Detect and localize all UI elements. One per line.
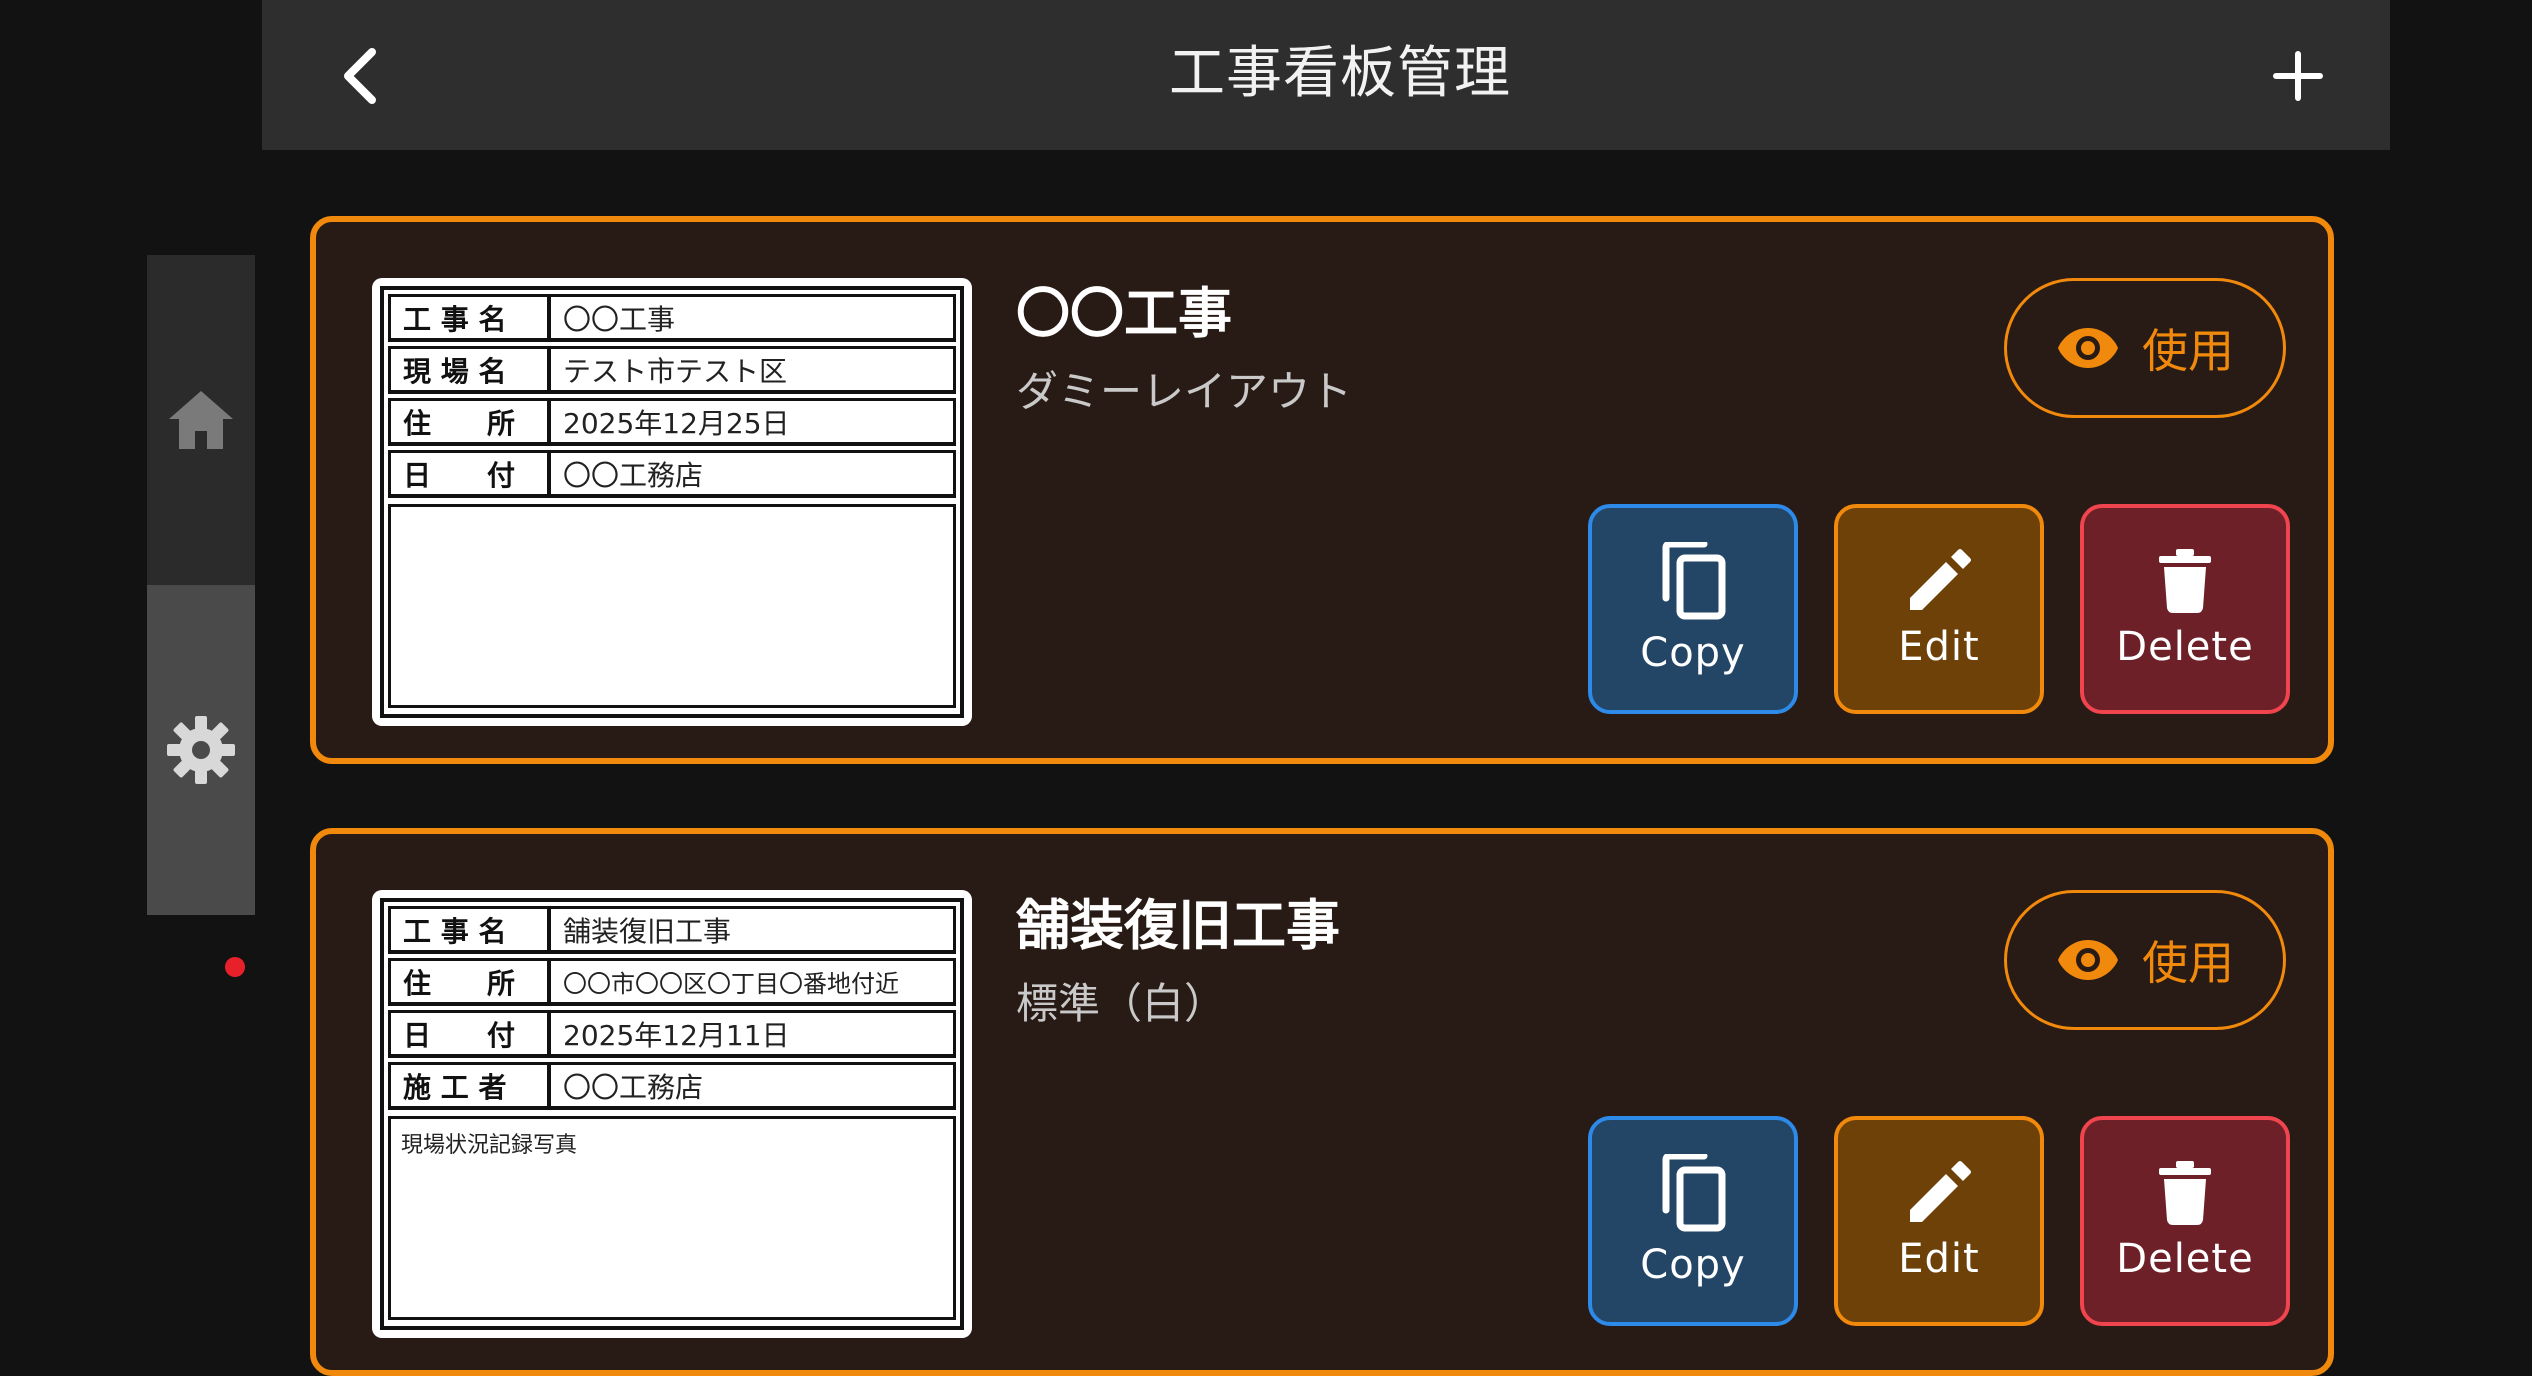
signboard-name: 〇〇工事: [1016, 282, 1232, 345]
board-row-value: 〇〇市〇〇区〇丁目〇番地付近: [563, 970, 899, 998]
signboard-layout: ダミーレイアウト: [1016, 367, 1353, 416]
signboard-name: 舗装復旧工事: [1016, 894, 1340, 957]
chevron-left-icon: [344, 48, 376, 104]
board-row-value: テスト市テスト区: [563, 354, 788, 388]
use-button-label: 使用: [2142, 936, 2234, 990]
board-row-label: 工 事 名: [391, 297, 551, 338]
notification-badge: [225, 957, 245, 977]
board-row-value: 舗装復旧工事: [563, 914, 732, 948]
edit-button-label: Edit: [1898, 624, 1980, 670]
board-row-value: 2025年12月25日: [563, 406, 790, 440]
signboard-card: 工 事 名 舗装復旧工事 住 所 〇〇市〇〇区〇丁目〇番地付近 日 付 2025…: [310, 828, 2334, 1376]
delete-button[interactable]: Delete: [2080, 504, 2290, 714]
board-row: 住 所 〇〇市〇〇区〇丁目〇番地付近: [388, 958, 956, 1006]
use-button-label: 使用: [2142, 324, 2234, 378]
board-row-label: 住 所: [391, 401, 551, 442]
plus-icon: [2273, 51, 2323, 101]
copy-button[interactable]: Copy: [1588, 504, 1798, 714]
board-row: 施 工 者 〇〇工務店: [388, 1062, 956, 1110]
board-photo-area: [388, 504, 956, 708]
edit-button[interactable]: Edit: [1834, 1116, 2044, 1326]
board-row-label: 現 場 名: [391, 349, 551, 390]
board-row-value: 〇〇工務店: [563, 1070, 704, 1104]
board-row: 日 付 2025年12月11日: [388, 1010, 956, 1058]
board-row-label: 施 工 者: [391, 1065, 551, 1106]
pencil-icon: [1910, 549, 1971, 610]
board-note: [391, 507, 953, 523]
delete-button[interactable]: Delete: [2080, 1116, 2290, 1326]
board-row-value: 2025年12月11日: [563, 1018, 790, 1052]
copy-button[interactable]: Copy: [1588, 1116, 1798, 1326]
add-button[interactable]: [2262, 40, 2334, 112]
signboard-layout: 標準（白）: [1016, 979, 1227, 1028]
page-title: 工事看板管理: [1169, 41, 1511, 106]
copy-icon: [1662, 542, 1726, 620]
board-row: 工 事 名 〇〇工事: [388, 294, 956, 342]
board-note: 現場状況記録写真: [401, 1133, 578, 1158]
signboard-thumbnail[interactable]: 工 事 名 〇〇工事 現 場 名 テスト市テスト区 住 所 2025年12月25…: [372, 278, 972, 726]
copy-button-label: Copy: [1640, 1242, 1746, 1288]
nav-home[interactable]: [147, 255, 255, 585]
trash-icon: [2159, 549, 2211, 613]
eye-icon: [2058, 328, 2118, 368]
board-row-label: 日 付: [391, 453, 551, 494]
use-button[interactable]: 使用: [2004, 278, 2286, 418]
home-icon: [169, 391, 233, 449]
board-row: 現 場 名 テスト市テスト区: [388, 346, 956, 394]
delete-button-label: Delete: [2116, 1236, 2254, 1282]
side-navigation-rail: [147, 255, 255, 977]
delete-button-label: Delete: [2116, 624, 2254, 670]
edit-button-label: Edit: [1898, 1236, 1980, 1282]
gear-icon: [167, 716, 235, 784]
board-row: 工 事 名 舗装復旧工事: [388, 906, 956, 954]
board-row: 日 付 〇〇工務店: [388, 450, 956, 498]
copy-button-label: Copy: [1640, 630, 1746, 676]
nav-settings[interactable]: [147, 585, 255, 977]
board-row-value: 〇〇工務店: [563, 458, 704, 492]
board-row-label: 工 事 名: [391, 909, 551, 950]
board-row: 住 所 2025年12月25日: [388, 398, 956, 446]
board-photo-area: 現場状況記録写真: [388, 1116, 956, 1320]
back-button[interactable]: [330, 40, 390, 112]
board-row-value: 〇〇工事: [563, 302, 676, 336]
copy-icon: [1662, 1154, 1726, 1232]
board-row-label: 住 所: [391, 961, 551, 1002]
board-row-label: 日 付: [391, 1013, 551, 1054]
use-button[interactable]: 使用: [2004, 890, 2286, 1030]
signboard-thumbnail[interactable]: 工 事 名 舗装復旧工事 住 所 〇〇市〇〇区〇丁目〇番地付近 日 付 2025…: [372, 890, 972, 1338]
signboard-card: 工 事 名 〇〇工事 現 場 名 テスト市テスト区 住 所 2025年12月25…: [310, 216, 2334, 764]
edit-button[interactable]: Edit: [1834, 504, 2044, 714]
eye-icon: [2058, 940, 2118, 980]
